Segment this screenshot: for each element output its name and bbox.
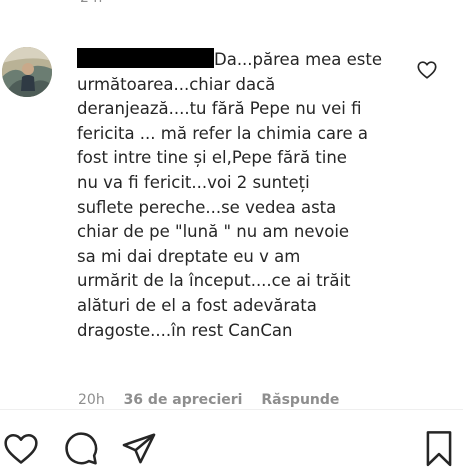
comment-text-line: fericita ... mă refer la chimia care a (77, 123, 368, 143)
bookmark-icon[interactable] (420, 428, 458, 467)
previous-comment-time: 2 h (80, 0, 102, 6)
avatar[interactable] (2, 47, 52, 97)
comment-text-line: alături de el a fost adevărata (77, 295, 317, 315)
comment-text-line: sa mi dai dreptate eu v am (77, 246, 301, 266)
comment-text-line: suflete pereche...se vedea asta (77, 197, 337, 217)
comment-text-line: deranjează....tu fără Pepe nu vei fi (77, 99, 362, 119)
comment-text-line: urmărit de la început....ce ai trăit (77, 271, 351, 291)
comment-text-line: chiar de pe "lună " nu am nevoie (77, 222, 350, 242)
redacted-username[interactable] (77, 48, 214, 68)
comment-like-heart-icon[interactable] (416, 59, 438, 81)
heart-icon[interactable] (2, 430, 40, 468)
comment-text-line: Da...părea mea este (214, 50, 383, 69)
comment-bubble-icon[interactable] (62, 430, 100, 468)
avatar-photo (2, 47, 52, 97)
comment-text-line: următoarea...chiar dacă (77, 74, 276, 94)
comment-time: 20h (78, 392, 105, 408)
comment-text-line: dragoste....în rest CanCan (77, 320, 293, 340)
comment-text-line: fost intre tine și el,Pepe fără tine (77, 148, 347, 168)
comment-text-line: nu va fi fericit...voi 2 sunteți (77, 172, 310, 192)
comment-first-line: Da...părea mea este (77, 48, 412, 73)
reply-button[interactable]: Răspunde (261, 392, 339, 408)
comment-body: Da...părea mea este următoarea...chiar d… (77, 48, 412, 343)
comment-meta: 20h 36 de aprecieri Răspunde (78, 392, 353, 408)
share-paper-plane-icon[interactable] (120, 430, 158, 468)
post-action-bar (0, 410, 463, 476)
comment-likes-count[interactable]: 36 de aprecieri (124, 392, 243, 408)
